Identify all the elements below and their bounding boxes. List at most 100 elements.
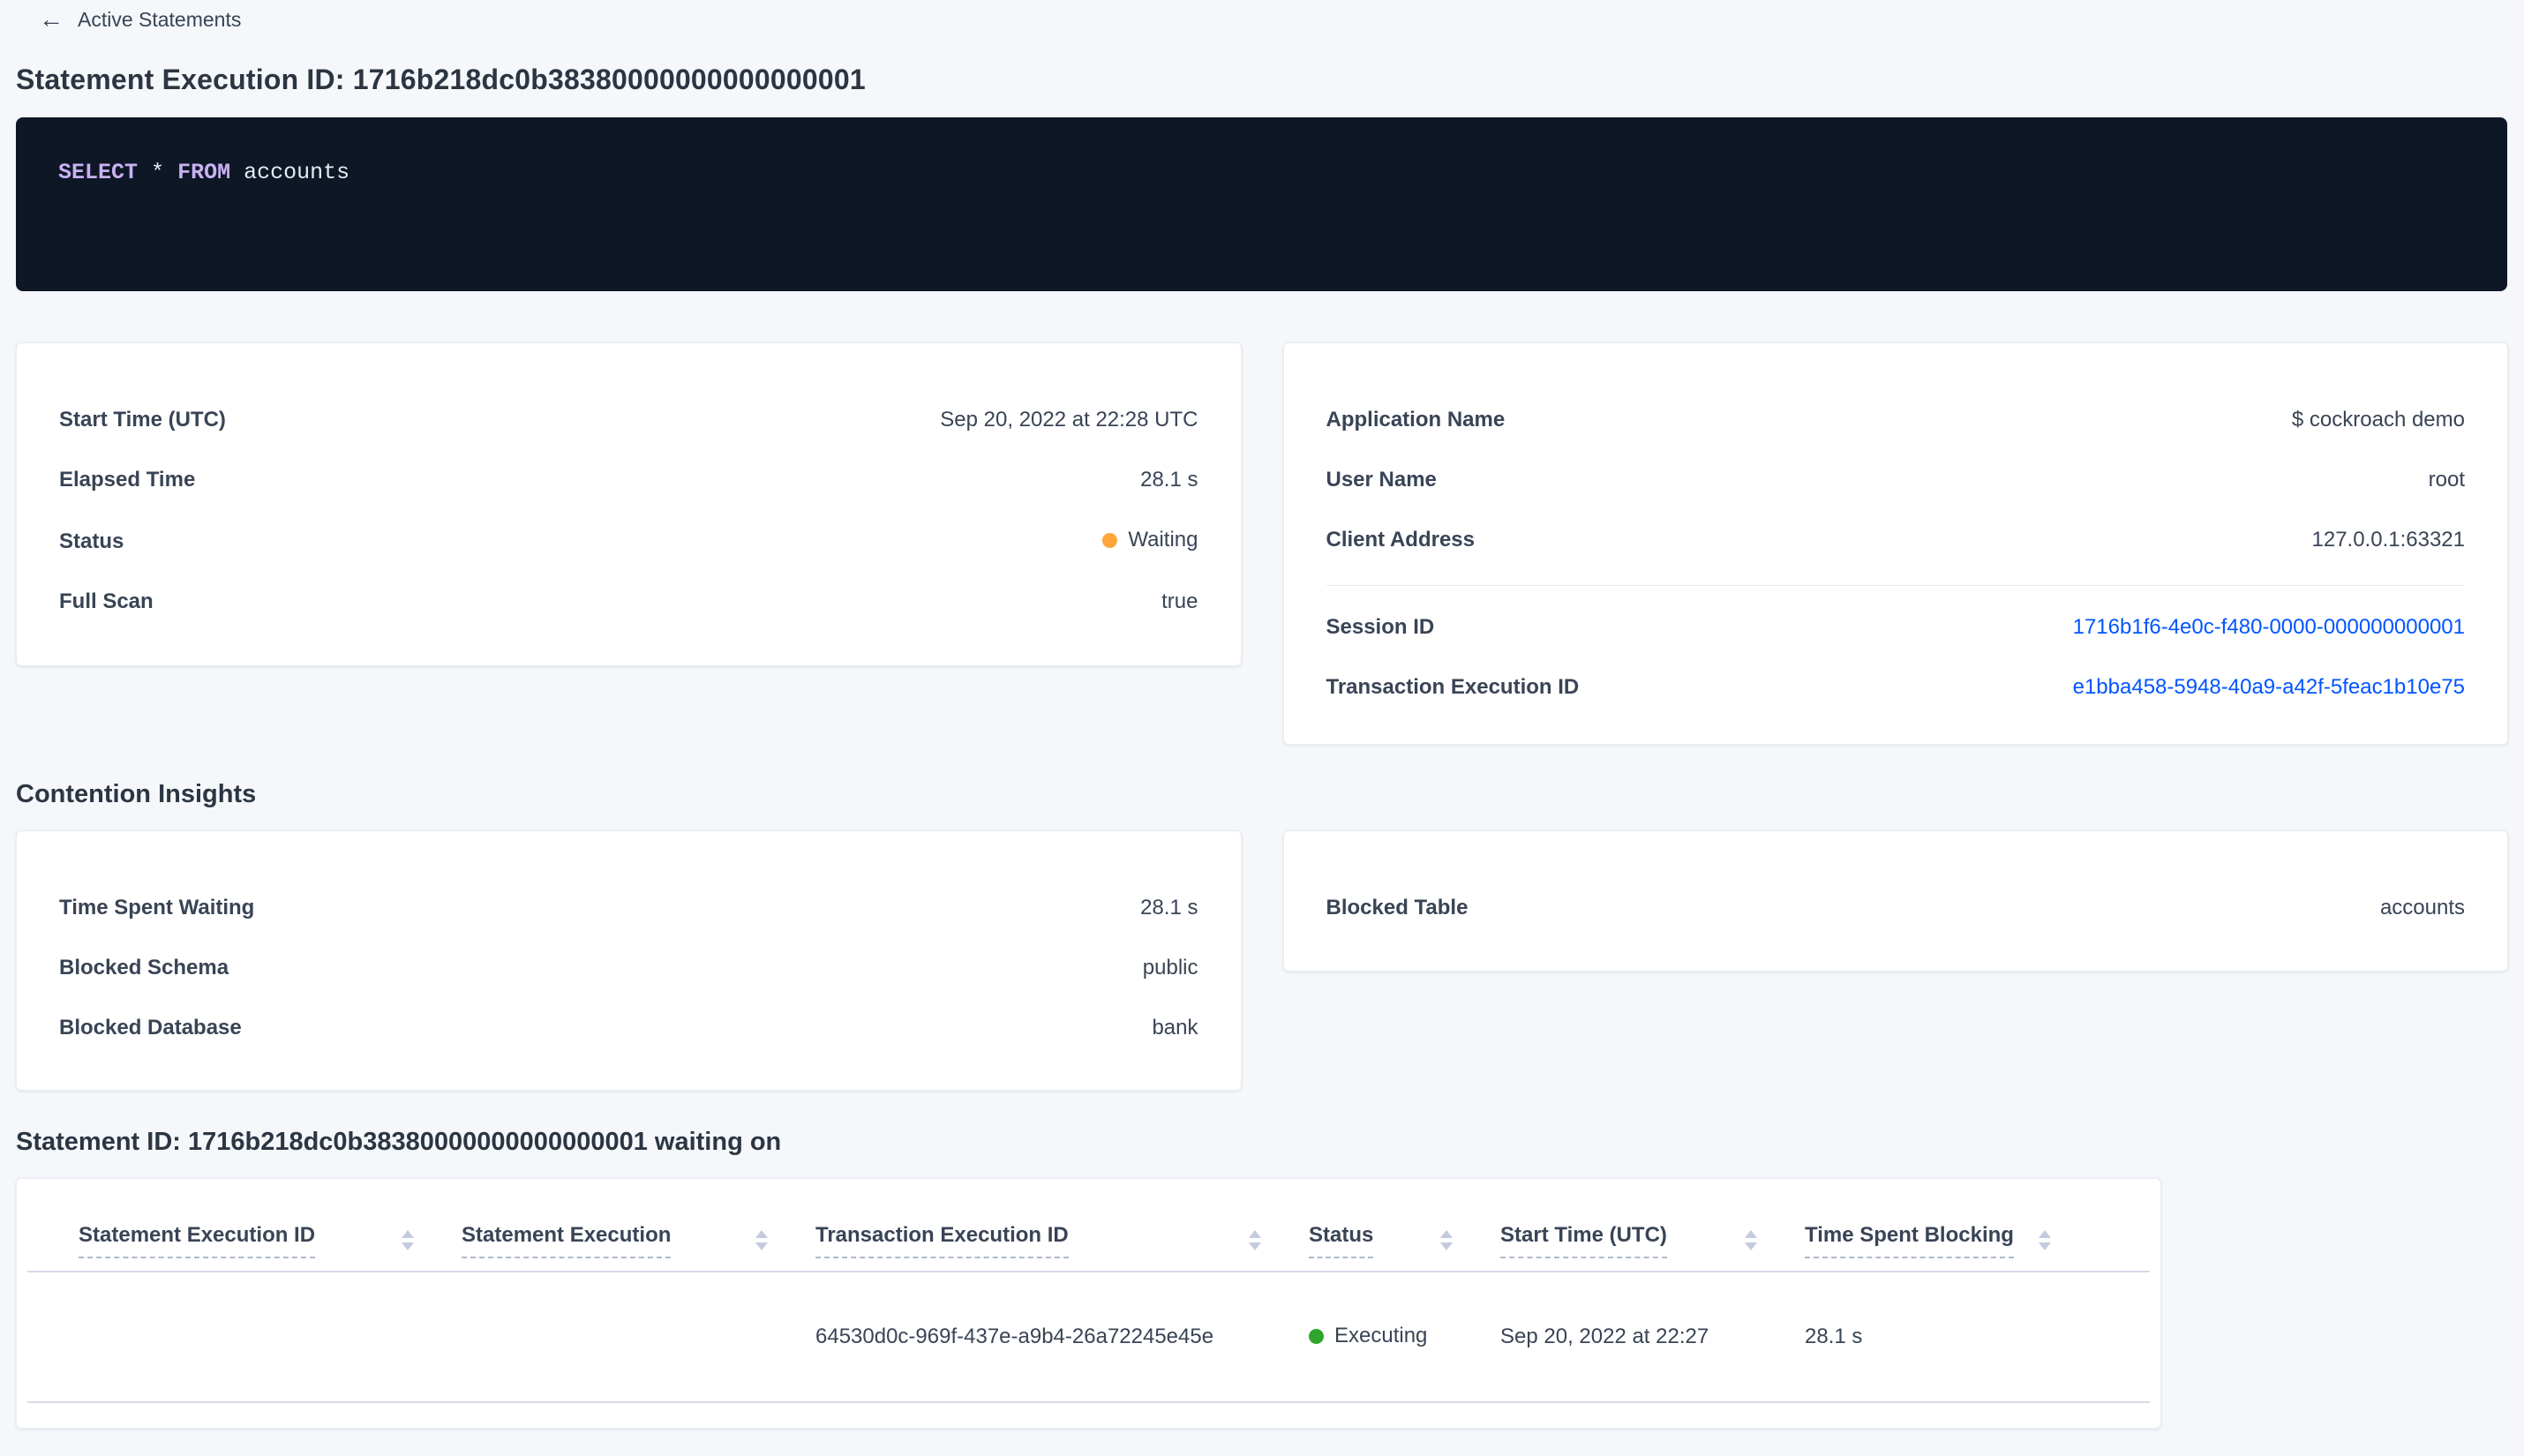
column-header-label[interactable]: Status — [1309, 1222, 1374, 1258]
session-id-link[interactable]: 1716b1f6-4e0c-f480-0000-000000000001 — [2073, 612, 2465, 642]
sort-down-icon — [755, 1242, 768, 1250]
info-label: Start Time (UTC) — [59, 408, 226, 432]
overview-card: Start Time (UTC) Sep 20, 2022 at 22:28 U… — [16, 342, 1242, 666]
column-header-transaction-execution-id: Transaction Execution ID — [815, 1222, 1309, 1258]
sort-icon[interactable] — [398, 1227, 417, 1254]
info-label: Blocked Schema — [59, 956, 229, 979]
cell-time-spent-blocking: 28.1 s — [1805, 1325, 1863, 1348]
info-row-blocked-database: Blocked Database bank — [59, 1013, 1198, 1043]
page-title: Statement Execution ID: 1716b218dc0b3838… — [16, 64, 866, 95]
transaction-execution-id-link[interactable]: e1bba458-5948-40a9-a42f-5feac1b10e75 — [2073, 672, 2465, 702]
info-label: Application Name — [1326, 408, 1506, 432]
contention-row: Time Spent Waiting 28.1 s Blocked Schema… — [16, 830, 2508, 1091]
table-row-divider — [27, 1401, 2150, 1403]
column-header-label[interactable]: Transaction Execution ID — [815, 1222, 1069, 1258]
info-label: Client Address — [1326, 528, 1475, 552]
sort-up-icon — [402, 1230, 414, 1238]
info-row-blocked-table: Blocked Table accounts — [1326, 893, 2466, 923]
column-header-status: Status — [1309, 1222, 1500, 1258]
info-row-time-spent-waiting: Time Spent Waiting 28.1 s — [59, 893, 1198, 923]
info-row-status: Status Waiting — [59, 525, 1198, 557]
column-header-label[interactable]: Statement Execution — [462, 1222, 672, 1258]
info-row-transaction-execution-id: Transaction Execution ID e1bba458-5948-4… — [1326, 672, 2466, 702]
contention-details-card: Time Spent Waiting 28.1 s Blocked Schema… — [16, 830, 1242, 1091]
info-value: 28.1 s — [1140, 896, 1198, 919]
info-value: true — [1161, 589, 1198, 613]
info-label: Time Spent Waiting — [59, 896, 255, 919]
sql-keyword-from: FROM — [177, 160, 231, 185]
info-value: accounts — [2379, 896, 2465, 919]
sort-up-icon — [1249, 1230, 1261, 1238]
column-header-start-time: Start Time (UTC) — [1500, 1222, 1805, 1258]
column-header-statement-execution: Statement Execution — [462, 1222, 815, 1258]
sql-keyword-select: SELECT — [58, 160, 139, 185]
info-value: $ cockroach demo — [2291, 408, 2465, 432]
column-header-label[interactable]: Start Time (UTC) — [1500, 1222, 1667, 1258]
status-text: Executing — [1334, 1324, 1428, 1348]
sort-up-icon — [1440, 1230, 1453, 1238]
column-header-time-spent-blocking: Time Spent Blocking — [1805, 1222, 2099, 1258]
sort-up-icon — [1745, 1230, 1757, 1238]
waiting-statements-table: Statement Execution ID Statement Executi… — [16, 1178, 2161, 1429]
column-header-label[interactable]: Time Spent Blocking — [1805, 1222, 2014, 1258]
info-value: 28.1 s — [1140, 468, 1198, 492]
sort-down-icon — [1745, 1242, 1757, 1250]
executing-status-dot-icon — [1309, 1328, 1324, 1344]
status-value: Waiting — [1102, 525, 1198, 555]
table-header-row: Statement Execution ID Statement Executi… — [17, 1179, 2160, 1271]
info-label: Status — [59, 529, 124, 553]
cell-transaction-execution-id: 64530d0c-969f-437e-a9b4-26a72245e45e — [815, 1325, 1214, 1348]
statement-execution-details-page: ← Active Statements Statement Execution … — [0, 0, 2524, 1456]
sort-icon[interactable] — [1245, 1227, 1265, 1254]
sql-statement-box: SELECT * FROM accounts — [16, 117, 2507, 291]
sort-icon[interactable] — [1741, 1227, 1761, 1254]
back-to-active-statements-link[interactable]: ← Active Statements — [16, 7, 241, 32]
info-value: public — [1142, 956, 1198, 979]
info-row-start-time: Start Time (UTC) Sep 20, 2022 at 22:28 U… — [59, 405, 1198, 435]
info-row-session-id: Session ID 1716b1f6-4e0c-f480-0000-00000… — [1326, 612, 2466, 642]
back-arrow-icon: ← — [39, 5, 64, 33]
table-row: 64530d0c-969f-437e-a9b4-26a72245e45e Exe… — [17, 1272, 2160, 1401]
sort-up-icon — [755, 1230, 768, 1238]
sort-up-icon — [2039, 1230, 2051, 1238]
waiting-status-dot-icon — [1102, 532, 1118, 548]
sql-star: * — [151, 160, 165, 185]
column-header-statement-execution-id: Statement Execution ID — [79, 1222, 462, 1258]
blocked-table-card: Blocked Table accounts — [1282, 830, 2508, 972]
info-row-blocked-schema: Blocked Schema public — [59, 953, 1198, 983]
back-link-label: Active Statements — [78, 7, 242, 31]
column-header-label[interactable]: Statement Execution ID — [79, 1222, 316, 1258]
sort-down-icon — [1249, 1242, 1261, 1250]
cell-start-time: Sep 20, 2022 at 22:27 — [1500, 1325, 1709, 1348]
info-label: Blocked Database — [59, 1016, 242, 1039]
sort-down-icon — [1440, 1242, 1453, 1250]
info-label: Full Scan — [59, 589, 154, 613]
overview-row: Start Time (UTC) Sep 20, 2022 at 22:28 U… — [16, 342, 2508, 745]
info-row-user-name: User Name root — [1326, 465, 2466, 495]
cell-status: Executing — [1309, 1324, 1500, 1350]
sql-table-name: accounts — [244, 160, 350, 185]
waiting-on-heading: Statement ID: 1716b218dc0b38380000000000… — [16, 1128, 782, 1156]
info-label: Blocked Table — [1326, 896, 1469, 919]
info-row-full-scan: Full Scan true — [59, 587, 1198, 617]
sort-down-icon — [2039, 1242, 2051, 1250]
info-value: bank — [1152, 1016, 1198, 1039]
info-label: Elapsed Time — [59, 468, 196, 492]
info-row-application-name: Application Name $ cockroach demo — [1326, 405, 2466, 435]
info-value: 127.0.0.1:63321 — [2311, 528, 2466, 552]
info-value: Sep 20, 2022 at 22:28 UTC — [940, 408, 1198, 432]
info-row-elapsed-time: Elapsed Time 28.1 s — [59, 465, 1198, 495]
contention-insights-heading: Contention Insights — [16, 780, 257, 808]
info-label: Session ID — [1326, 615, 1435, 639]
sort-down-icon — [402, 1242, 414, 1250]
sort-icon[interactable] — [2035, 1227, 2055, 1254]
status-text: Waiting — [1128, 528, 1198, 552]
info-row-client-address: Client Address 127.0.0.1:63321 — [1326, 525, 2466, 555]
info-label: User Name — [1326, 468, 1437, 492]
card-divider — [1326, 585, 2465, 586]
info-value: root — [2428, 468, 2465, 492]
sort-icon[interactable] — [1437, 1227, 1456, 1254]
sort-icon[interactable] — [752, 1227, 771, 1254]
session-card: Application Name $ cockroach demo User N… — [1282, 342, 2508, 745]
info-label: Transaction Execution ID — [1326, 675, 1580, 699]
